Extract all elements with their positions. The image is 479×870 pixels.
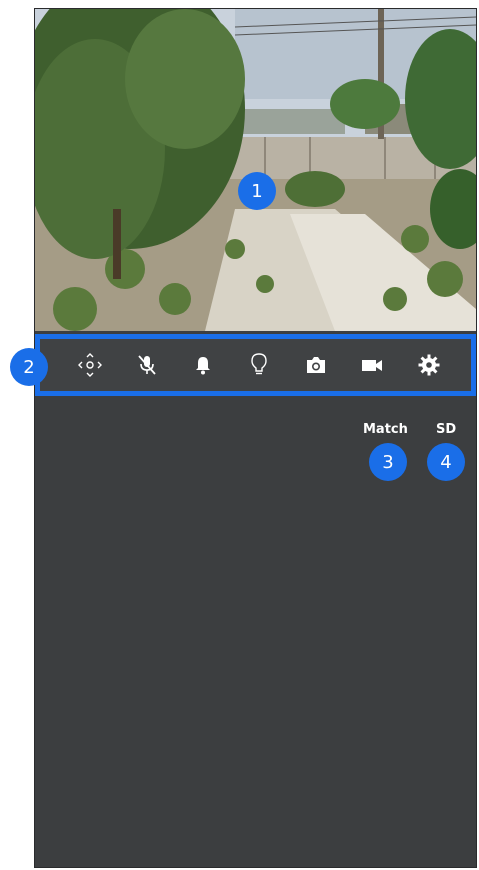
record-video-button[interactable]	[357, 350, 387, 380]
pan-tilt-button[interactable]	[75, 350, 105, 380]
mic-muted-icon	[137, 355, 156, 375]
settings-button[interactable]	[414, 350, 444, 380]
lightbulb-icon	[251, 353, 268, 375]
camera-control-toolbar	[35, 334, 476, 396]
bell-icon	[196, 357, 211, 375]
gear-icon	[418, 354, 440, 376]
alarm-bell-button[interactable]	[188, 350, 218, 380]
app-screen: 1 Match SD 3 4	[34, 8, 477, 868]
callout-badge-1: 1	[238, 172, 276, 210]
camera-icon	[306, 357, 325, 373]
callout-badge-2: 2	[10, 348, 48, 386]
match-option[interactable]: Match	[363, 422, 408, 437]
sd-option[interactable]: SD	[436, 422, 456, 437]
video-frame-image	[35, 9, 476, 331]
light-button[interactable]	[244, 350, 274, 380]
callout-badge-3: 3	[369, 443, 407, 481]
live-video-feed[interactable]: 1	[35, 9, 476, 331]
video-camera-icon	[362, 360, 383, 371]
callout-badge-4: 4	[427, 443, 465, 481]
pan-tilt-icon	[78, 353, 103, 377]
snapshot-button[interactable]	[301, 350, 331, 380]
mute-microphone-button[interactable]	[132, 350, 162, 380]
